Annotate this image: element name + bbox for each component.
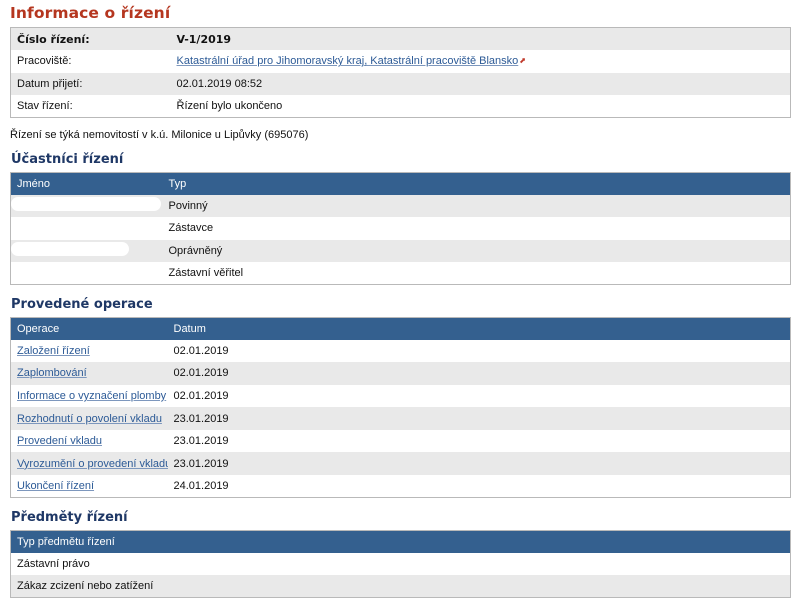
column-header-date: Datum xyxy=(167,317,791,340)
operation-cell: Založení řízení xyxy=(10,339,168,363)
operation-date: 23.01.2019 xyxy=(167,452,791,476)
operation-cell: Vyrozumění o provedení vkladu xyxy=(10,452,168,476)
participant-type: Zástavní věřitel xyxy=(162,262,791,285)
operation-link[interactable]: Vyrozumění o provedení vkladu xyxy=(17,458,168,470)
table-row: Zástavní věřitel xyxy=(10,262,791,285)
participant-type: Zástavce xyxy=(162,217,791,240)
info-label: Pracoviště: xyxy=(10,50,171,73)
operation-link[interactable]: Provedení vkladu xyxy=(17,435,102,447)
operation-date: 02.01.2019 xyxy=(167,339,791,363)
info-value: Katastrální úřad pro Jihomoravský kraj, … xyxy=(170,50,791,73)
column-header-type: Typ xyxy=(162,172,791,195)
participant-name-redacted xyxy=(10,217,163,240)
info-label: Datum přijetí: xyxy=(10,72,171,96)
table-row: Zákaz zcizení nebo zatížení xyxy=(10,575,791,598)
participants-heading: Účastníci řízení xyxy=(11,152,124,167)
participant-type: Povinný xyxy=(162,194,791,218)
table-row: Ukončení řízení 24.01.2019 xyxy=(10,475,791,498)
operations-heading: Provedené operace xyxy=(11,297,153,312)
info-table: Číslo řízení: V-1/2019 Pracoviště: Katas… xyxy=(10,27,791,119)
operation-cell: Ukončení řízení xyxy=(10,475,168,498)
info-row-office: Pracoviště: Katastrální úřad pro Jihomor… xyxy=(10,50,791,73)
operation-date: 24.01.2019 xyxy=(167,475,791,498)
operation-link[interactable]: Rozhodnutí o povolení vkladu xyxy=(17,413,162,425)
info-label: Číslo řízení: xyxy=(10,27,171,51)
subjects-heading: Předměty řízení xyxy=(11,510,128,525)
table-row: Informace o vyznačení plomby 02.01.2019 xyxy=(10,384,791,408)
table-row: Provedení vkladu 23.01.2019 xyxy=(10,429,791,453)
operation-date: 02.01.2019 xyxy=(167,384,791,408)
property-note: Řízení se týká nemovitostí v k.ú. Miloni… xyxy=(10,129,309,141)
subjects-table: Typ předmětu řízení Zástavní právo Zákaz… xyxy=(10,530,791,599)
info-label: Stav řízení: xyxy=(10,95,171,118)
operation-link[interactable]: Ukončení řízení xyxy=(17,480,94,492)
table-row: Zaplombování 02.01.2019 xyxy=(10,362,791,385)
participant-type: Oprávněný xyxy=(162,239,791,263)
operation-date: 23.01.2019 xyxy=(167,429,791,453)
table-row: Oprávněný xyxy=(10,239,791,263)
external-link-icon: ⬈ xyxy=(519,56,526,66)
operation-date: 23.01.2019 xyxy=(167,407,791,430)
subject-type: Zákaz zcizení nebo zatížení xyxy=(10,575,791,598)
table-row: Zástavní právo xyxy=(10,552,791,576)
info-row-status: Stav řízení: Řízení bylo ukončeno xyxy=(10,95,791,118)
operation-link[interactable]: Informace o vyznačení plomby xyxy=(17,390,166,402)
participant-name-redacted xyxy=(10,262,163,285)
operation-link[interactable]: Zaplombování xyxy=(17,367,87,379)
operation-cell: Provedení vkladu xyxy=(10,429,168,453)
operations-table: Operace Datum Založení řízení 02.01.2019… xyxy=(10,317,791,499)
page-title: Informace o řízení xyxy=(10,4,171,22)
info-value: 02.01.2019 08:52 xyxy=(170,72,791,96)
participant-name-redacted xyxy=(10,194,163,218)
operation-cell: Informace o vyznačení plomby xyxy=(10,384,168,408)
table-row: Založení řízení 02.01.2019 xyxy=(10,339,791,363)
column-header-operation: Operace xyxy=(10,317,168,340)
info-value: Řízení bylo ukončeno xyxy=(170,95,791,118)
participant-name-redacted xyxy=(10,239,163,263)
info-row-number: Číslo řízení: V-1/2019 xyxy=(10,27,791,51)
info-value: V-1/2019 xyxy=(170,27,791,51)
operation-cell: Zaplombování xyxy=(10,362,168,385)
table-row: Rozhodnutí o povolení vkladu 23.01.2019 xyxy=(10,407,791,430)
operation-link[interactable]: Založení řízení xyxy=(17,345,90,357)
column-header-subject-type: Typ předmětu řízení xyxy=(10,530,791,553)
office-link[interactable]: Katastrální úřad pro Jihomoravský kraj, … xyxy=(177,55,519,67)
table-row: Vyrozumění o provedení vkladu 23.01.2019 xyxy=(10,452,791,476)
table-row: Zástavce xyxy=(10,217,791,240)
operation-cell: Rozhodnutí o povolení vkladu xyxy=(10,407,168,430)
subject-type: Zástavní právo xyxy=(10,552,791,576)
operation-date: 02.01.2019 xyxy=(167,362,791,385)
table-row: Povinný xyxy=(10,194,791,218)
column-header-name: Jméno xyxy=(10,172,163,195)
participants-table: Jméno Typ Povinný Zástavce Oprávněný Zás… xyxy=(10,172,791,286)
info-row-date: Datum přijetí: 02.01.2019 08:52 xyxy=(10,72,791,96)
